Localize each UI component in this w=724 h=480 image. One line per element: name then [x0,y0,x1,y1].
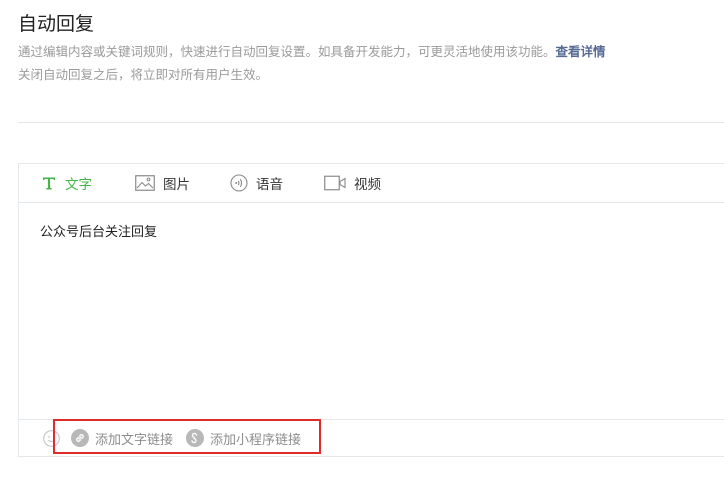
divider [18,122,724,123]
video-icon [324,175,346,191]
media-type-tabs: 文字 图片 语音 视频 [19,164,724,203]
add-text-link-label: 添加文字链接 [95,432,174,448]
link-icon [71,429,89,447]
tab-voice-label: 语音 [256,177,283,193]
editor-toolbar: 添加文字链接 添加小程序链接 [19,419,724,457]
add-miniprogram-link-button[interactable]: 添加小程序链接 [186,428,301,448]
description-line-1: 通过编辑内容或关键词规则，快速进行自动回复设置。如具备开发能力，可更灵活地使用该… [18,41,606,60]
page-title: 自动回复 [18,13,95,35]
tab-image[interactable]: 图片 [135,164,190,202]
reply-editor: 文字 图片 语音 视频 公众号后台关注回复 添加文字链接 添加小程序链接 [18,163,724,457]
reply-content-text[interactable]: 公众号后台关注回复 [40,221,157,240]
description-line-2: 关闭自动回复之后，将立即对所有用户生效。 [18,67,269,82]
add-text-link-button[interactable]: 添加文字链接 [71,428,173,448]
text-icon [41,175,57,191]
description-text: 通过编辑内容或关键词规则，快速进行自动回复设置。如具备开发能力，可更灵活地使用该… [18,44,556,59]
image-icon [135,175,155,191]
tab-video-label: 视频 [354,177,381,193]
tab-text[interactable]: 文字 [41,164,92,202]
tab-image-label: 图片 [163,177,190,193]
tab-text-label: 文字 [65,177,92,193]
tab-voice[interactable]: 语音 [230,164,283,202]
view-details-link[interactable]: 查看详情 [556,44,606,59]
voice-icon [230,174,248,192]
tab-video[interactable]: 视频 [324,164,381,202]
miniprogram-icon [186,429,204,447]
add-miniprogram-link-label: 添加小程序链接 [210,432,302,448]
emoji-icon[interactable] [43,430,60,447]
